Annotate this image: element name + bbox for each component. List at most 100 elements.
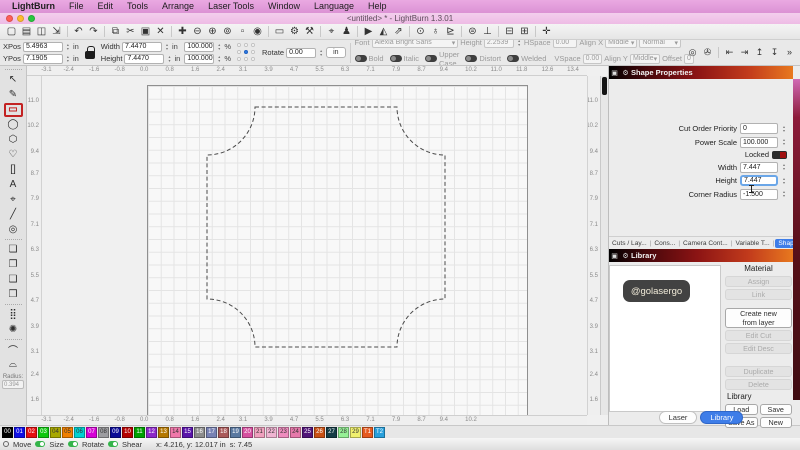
boolean-intersect-tool[interactable]: ❒	[4, 288, 23, 302]
width-input[interactable]: 7.4470	[122, 42, 162, 52]
layer-color-13[interactable]: 13	[158, 427, 169, 438]
layer-color-25[interactable]: 25	[302, 427, 313, 438]
scale-x-input[interactable]: 100.000	[184, 42, 214, 52]
panel-tab-0[interactable]: Cuts / Lay...	[610, 239, 649, 248]
open-file-icon[interactable]: ▤	[19, 24, 34, 39]
menu-item-tools[interactable]: Tools	[120, 0, 155, 13]
align-top-edge-icon[interactable]: ↥	[752, 45, 767, 60]
redo-icon[interactable]: ↷	[86, 24, 101, 39]
library-header[interactable]: ▣ ⚙ Library	[609, 249, 793, 262]
menu-item-language[interactable]: Language	[307, 0, 361, 13]
bold-toggle[interactable]	[355, 55, 367, 62]
ypos-stepper[interactable]: ▴▾	[65, 54, 71, 64]
layer-color-23[interactable]: 23	[278, 427, 289, 438]
undo-icon[interactable]: ↶	[71, 24, 86, 39]
layer-color-06[interactable]: 06	[74, 427, 85, 438]
value-stepper[interactable]: ▴▾	[781, 137, 787, 147]
corner-shape-tool[interactable]: ⌓	[4, 358, 23, 372]
distribute-v-icon[interactable]: ⊞	[517, 24, 532, 39]
layer-color-01[interactable]: 01	[14, 427, 25, 438]
layer-color-03[interactable]: 03	[38, 427, 49, 438]
height-input[interactable]: 7.4470	[124, 54, 164, 64]
play-icon[interactable]: ▶	[361, 24, 376, 39]
pan-icon[interactable]: ✚	[175, 24, 190, 39]
assign-button[interactable]: Assign	[725, 276, 792, 287]
layer-color-11[interactable]: 11	[134, 427, 145, 438]
layer-color-19[interactable]: 19	[230, 427, 241, 438]
frame-selection-icon[interactable]: ▫	[235, 24, 250, 39]
rotate-stepper[interactable]: ▴▾	[318, 48, 324, 58]
delete-icon[interactable]: ✕	[153, 24, 168, 39]
panel-tab-3[interactable]: Variable T...	[733, 239, 771, 248]
menu-item-help[interactable]: Help	[361, 0, 394, 13]
shear-toggle[interactable]	[108, 441, 118, 447]
vspace-input[interactable]: 0.00	[583, 54, 603, 64]
menu-item-edit[interactable]: Edit	[91, 0, 121, 13]
size-toggle[interactable]	[35, 441, 45, 447]
scale-x-stepper[interactable]: ▴▾	[216, 42, 222, 52]
height-input[interactable]: 7.447	[740, 175, 778, 186]
grid-array-tool[interactable]: ⣿	[4, 308, 23, 322]
panel-close-icon[interactable]: ▣	[609, 69, 620, 77]
anchor-dot[interactable]	[237, 50, 241, 54]
anchor-dot-selected[interactable]	[244, 50, 248, 54]
focus-field-icon[interactable]: ⊙	[413, 24, 428, 39]
layer-color-04[interactable]: 04	[50, 427, 61, 438]
text-mode-dropdown[interactable]: Normal▾	[639, 40, 681, 48]
panel-tab-2[interactable]: Camera Cont...	[681, 239, 730, 248]
boolean-union-tool[interactable]: ❐	[4, 258, 23, 272]
anchor-dot[interactable]	[244, 57, 248, 61]
paste-icon[interactable]: ▣	[138, 24, 153, 39]
polygon-tool[interactable]: ⬡	[4, 133, 23, 147]
toolbar-overflow-chevron[interactable]: »	[782, 45, 797, 60]
menu-item-lightburn[interactable]: LightBurn	[5, 0, 62, 13]
layer-color-05[interactable]: 05	[62, 427, 73, 438]
edit-desc-button[interactable]: Edit Desc	[725, 343, 792, 354]
settings-gear-icon[interactable]: ⚙	[287, 24, 302, 39]
scale-y-input[interactable]: 100.000	[184, 54, 214, 64]
layer-color-21[interactable]: 21	[254, 427, 265, 438]
boolean-subtract-tool[interactable]: ❑	[4, 273, 23, 287]
distort-toggle[interactable]	[465, 55, 477, 62]
preview-window-icon[interactable]: ▭	[272, 24, 287, 39]
menu-item-arrange[interactable]: Arrange	[155, 0, 201, 13]
value-stepper[interactable]: ▴▾	[781, 162, 787, 172]
circular-array-tool[interactable]: ✺	[4, 323, 23, 337]
xpos-input[interactable]: 5.4963	[23, 42, 63, 52]
layer-color-27[interactable]: 27	[326, 427, 337, 438]
edit-nodes-tool[interactable]: ♡	[4, 148, 23, 162]
duplicate-button[interactable]: Duplicate	[725, 366, 792, 377]
layer-color-17[interactable]: 17	[206, 427, 217, 438]
anchor-dot[interactable]	[251, 43, 255, 47]
welded-toggle[interactable]	[507, 55, 519, 62]
edit-cut-button[interactable]: Edit Cut	[725, 330, 792, 341]
title-bar[interactable]: <untitled> * - LightBurn 1.3.01	[0, 13, 800, 24]
layer-color-10[interactable]: 10	[122, 427, 133, 438]
print-icon[interactable]: ✇	[700, 45, 715, 60]
lock-aspect-icon[interactable]	[85, 51, 95, 59]
aligny-dropdown[interactable]: Middle▾	[630, 54, 660, 64]
vertical-scrollbar[interactable]	[600, 76, 608, 415]
panel-close-icon[interactable]: ▣	[609, 252, 620, 260]
height-stepper[interactable]: ▴▾	[166, 54, 172, 64]
value-stepper[interactable]: ▴▾	[781, 189, 787, 199]
round-corner-tool[interactable]: ⌒	[4, 343, 23, 357]
layer-color-16[interactable]: 16	[194, 427, 205, 438]
corner-radius-input[interactable]: -1.500	[740, 189, 778, 200]
layer-color-28[interactable]: 28	[338, 427, 349, 438]
zoom-selection-icon[interactable]: ⊚	[220, 24, 235, 39]
layer-color-00[interactable]: 00	[2, 427, 13, 438]
zoom-in-icon[interactable]: ⊕	[205, 24, 220, 39]
position-laser-tool[interactable]: ⌖	[4, 193, 23, 207]
menu-item-window[interactable]: Window	[261, 0, 307, 13]
font-height-stepper[interactable]: ▴▾	[516, 40, 522, 48]
ellipse-tool[interactable]: ◯	[4, 118, 23, 132]
close-window-button[interactable]	[6, 15, 13, 22]
send-file-icon[interactable]: ⇗	[391, 24, 406, 39]
layer-color-26[interactable]: 26	[314, 427, 325, 438]
offset-shapes-tool[interactable]: ◎	[4, 223, 23, 237]
alignx-dropdown[interactable]: Middle▾	[605, 40, 637, 48]
layer-color-07[interactable]: 07	[86, 427, 97, 438]
layer-color-22[interactable]: 22	[266, 427, 277, 438]
create-new-button[interactable]: Create newfrom layer	[725, 308, 792, 328]
